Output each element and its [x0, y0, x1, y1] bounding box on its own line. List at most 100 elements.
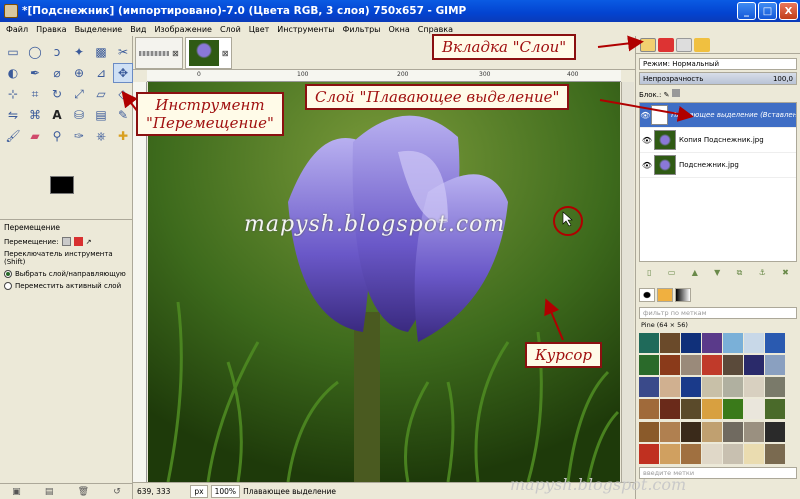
- pattern-swatch[interactable]: [702, 377, 722, 398]
- duplicate-layer-icon[interactable]: ⧉: [737, 268, 743, 282]
- shear-icon[interactable]: ▱: [91, 84, 111, 104]
- pattern-swatch[interactable]: [702, 333, 722, 353]
- move-tool-icon[interactable]: ✥: [113, 63, 133, 83]
- eraser-icon[interactable]: ▰: [25, 126, 45, 146]
- pattern-swatch[interactable]: [723, 355, 743, 376]
- foreground-select-icon[interactable]: ◐: [3, 63, 23, 83]
- image-tab-1[interactable]: ⊠: [135, 37, 183, 69]
- visibility-eye-icon[interactable]: 👁: [640, 111, 651, 120]
- pattern-swatch[interactable]: [765, 399, 785, 420]
- move-path-mode-icon[interactable]: ↗: [86, 238, 92, 246]
- close-tab-icon[interactable]: ⊠: [222, 49, 229, 58]
- pattern-swatch[interactable]: [723, 421, 743, 442]
- gradients-tab-icon[interactable]: [675, 288, 691, 302]
- menu-image[interactable]: Изображение: [154, 25, 212, 34]
- menu-view[interactable]: Вид: [130, 25, 146, 34]
- pattern-swatch[interactable]: [681, 355, 701, 376]
- lock-pixels-icon[interactable]: ✎: [664, 91, 670, 99]
- menu-select[interactable]: Выделение: [75, 25, 123, 34]
- pattern-swatch[interactable]: [660, 355, 680, 376]
- image-canvas[interactable]: mapysh.blogspot.com: [148, 82, 620, 482]
- restore-options-icon[interactable]: ▤: [45, 487, 54, 497]
- foreground-color[interactable]: [50, 176, 74, 194]
- pattern-swatch[interactable]: [744, 377, 764, 398]
- scale-icon[interactable]: ⤢: [69, 84, 89, 104]
- opacity-slider[interactable]: Непрозрачность 100,0: [639, 72, 797, 85]
- move-layer-mode-icon[interactable]: [61, 237, 71, 246]
- pattern-swatch[interactable]: [681, 399, 701, 420]
- new-layer-icon[interactable]: ▯: [647, 268, 651, 282]
- pattern-swatch[interactable]: [744, 421, 764, 442]
- pattern-swatch[interactable]: [660, 399, 680, 420]
- paths-icon[interactable]: ✒: [25, 63, 45, 83]
- pattern-swatch[interactable]: [744, 443, 764, 464]
- airbrush-icon[interactable]: ⚲: [47, 126, 67, 146]
- pattern-swatch[interactable]: [765, 355, 785, 376]
- pattern-swatch[interactable]: [723, 399, 743, 420]
- layer-row[interactable]: 👁 Копия Подснежник.jpg: [640, 128, 796, 153]
- pattern-swatch[interactable]: [639, 421, 659, 442]
- paths-tab-icon[interactable]: [676, 37, 692, 52]
- pattern-swatch[interactable]: [702, 399, 722, 420]
- unit-select[interactable]: px: [190, 484, 208, 498]
- pattern-swatch[interactable]: [660, 443, 680, 464]
- pattern-swatch[interactable]: [639, 377, 659, 398]
- measure-icon[interactable]: ⊿: [91, 63, 111, 83]
- pattern-swatch[interactable]: [702, 421, 722, 442]
- free-select-icon[interactable]: ↄ: [47, 42, 67, 62]
- menu-filters[interactable]: Фильтры: [343, 25, 381, 34]
- patterns-tab-icon[interactable]: [657, 288, 673, 302]
- align-icon[interactable]: ⊹: [3, 84, 23, 104]
- lower-layer-icon[interactable]: ▼: [714, 268, 720, 282]
- radio-pick-layer[interactable]: Выбрать слой/направляющую: [0, 268, 133, 280]
- menu-windows[interactable]: Окна: [389, 25, 410, 34]
- radio-move-active[interactable]: Переместить активный слой: [0, 280, 133, 292]
- visibility-eye-icon[interactable]: 👁: [640, 161, 654, 170]
- text-icon[interactable]: A: [47, 105, 67, 125]
- pattern-swatch[interactable]: [765, 443, 785, 464]
- menu-layer[interactable]: Слой: [220, 25, 241, 34]
- layer-row[interactable]: 👁 Плавающее выделение (Вставленный слой): [640, 103, 796, 128]
- pencil-icon[interactable]: ✎: [113, 105, 133, 125]
- select-by-color-icon[interactable]: ▩: [91, 42, 111, 62]
- ellipse-select-icon[interactable]: ◯: [25, 42, 45, 62]
- new-group-icon[interactable]: ▭: [668, 268, 676, 282]
- delete-options-icon[interactable]: 🗑: [78, 487, 89, 497]
- visibility-eye-icon[interactable]: 👁: [640, 136, 654, 145]
- raise-layer-icon[interactable]: ▲: [692, 268, 698, 282]
- lock-alpha-icon[interactable]: [671, 89, 680, 97]
- delete-layer-icon[interactable]: ✖: [782, 268, 789, 282]
- menu-file[interactable]: Файл: [6, 25, 28, 34]
- close-tab-icon[interactable]: ⊠: [172, 49, 179, 58]
- layer-mode-select[interactable]: Режим: Нормальный: [639, 58, 797, 70]
- pattern-swatch[interactable]: [639, 355, 659, 376]
- brushes-tab-icon[interactable]: [639, 288, 655, 302]
- menu-color[interactable]: Цвет: [249, 25, 270, 34]
- pattern-swatch[interactable]: [660, 333, 680, 353]
- pattern-swatch[interactable]: [639, 399, 659, 420]
- reset-options-icon[interactable]: ↺: [113, 487, 121, 497]
- pattern-swatch[interactable]: [744, 399, 764, 420]
- pattern-swatch[interactable]: [660, 421, 680, 442]
- crop-icon[interactable]: ⌗: [25, 84, 45, 104]
- heal-icon[interactable]: ✚: [113, 126, 133, 146]
- pattern-swatch[interactable]: [681, 443, 701, 464]
- pattern-swatch[interactable]: [723, 443, 743, 464]
- zoom-icon[interactable]: ⊕: [69, 63, 89, 83]
- menu-edit[interactable]: Правка: [36, 25, 66, 34]
- pattern-swatch[interactable]: [639, 443, 659, 464]
- pattern-swatch[interactable]: [765, 333, 785, 353]
- pattern-swatch[interactable]: [744, 355, 764, 376]
- zoom-select[interactable]: 100%: [210, 484, 241, 498]
- menu-tools[interactable]: Инструменты: [277, 25, 334, 34]
- radio-icon-checked[interactable]: [4, 270, 12, 278]
- bucket-fill-icon[interactable]: ⛁: [69, 105, 89, 125]
- pattern-swatch[interactable]: [681, 333, 701, 353]
- pattern-swatch[interactable]: [723, 377, 743, 398]
- close-button[interactable]: X: [779, 2, 798, 20]
- pattern-swatch[interactable]: [639, 333, 659, 353]
- clone-icon[interactable]: ⎈: [91, 126, 111, 146]
- channels-tab-icon[interactable]: [658, 37, 674, 52]
- layers-tab-icon[interactable]: [640, 37, 656, 52]
- fuzzy-select-icon[interactable]: ✦: [69, 42, 89, 62]
